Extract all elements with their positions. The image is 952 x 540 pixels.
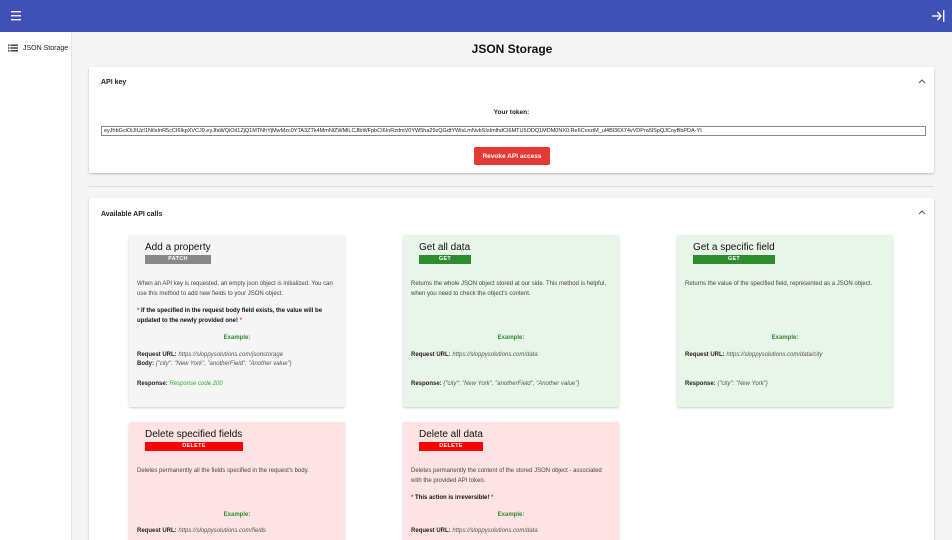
sidebar-item-label: JSON Storage: [23, 44, 69, 52]
card-description: Deletes permanently the content of the s…: [411, 468, 602, 484]
method-badge: PATCH: [145, 255, 211, 264]
response-row: Response: {"city": "New York", "anotherF…: [411, 381, 580, 387]
card-warning: * If the specified in the request body f…: [137, 308, 323, 324]
card-title: Add a property: [145, 242, 211, 253]
example-label: Example:: [497, 512, 525, 518]
sidebar: JSON Storage: [0, 32, 72, 540]
chevron-up-icon[interactable]: [918, 78, 926, 84]
revoke-api-access-button[interactable]: Revoke API access: [474, 147, 550, 165]
request-url-row: Request URL: https://sloppysolutions.com…: [411, 528, 538, 534]
page-title: JSON Storage: [471, 42, 553, 56]
response-row: Response: {"city": "New York"}: [685, 381, 768, 387]
api-card-delete-all-data: Delete all data DELETE Deletes permanent…: [403, 422, 619, 540]
card-title: Get a specific field: [693, 242, 775, 253]
api-key-panel-title: API key: [101, 79, 127, 86]
method-badge: GET: [693, 255, 775, 264]
example-label: Example:: [771, 335, 799, 341]
sidebar-item-json-storage[interactable]: JSON Storage: [8, 44, 68, 52]
api-key-panel: API key Your token: Revoke API access: [89, 67, 934, 173]
card-description: Deletes permanently all the fields speci…: [137, 468, 309, 474]
logout-icon[interactable]: [930, 9, 946, 23]
card-title: Delete all data: [419, 429, 483, 440]
api-calls-panel: Available API calls Add a property PATCH…: [89, 198, 934, 540]
example-label: Example:: [223, 512, 251, 518]
api-card-get-specific-field: Get a specific field GET Returns the val…: [677, 235, 893, 407]
method-badge: GET: [419, 255, 471, 264]
list-icon: [8, 44, 18, 52]
api-calls-panel-title: Available API calls: [101, 211, 163, 218]
card-description: Returns the value of the specified field…: [685, 281, 873, 287]
api-card-delete-specified-fields: Delete specified fields DELETE Deletes p…: [129, 422, 345, 540]
example-label: Example:: [223, 335, 251, 341]
request-url-row: Request URL: https://sloppysolutions.com…: [137, 352, 284, 358]
token-field[interactable]: [101, 126, 926, 136]
card-description: When an API key is requested, an empty j…: [137, 281, 333, 297]
api-card-get-all-data: Get all data GET Returns the whole JSON …: [403, 235, 619, 407]
card-title: Delete specified fields: [145, 429, 243, 440]
request-url-row: Request URL: https://sloppysolutions.com…: [137, 528, 267, 534]
card-warning: * This action is irreversible! *: [411, 495, 494, 501]
card-description: Returns the whole JSON object stored at …: [411, 281, 606, 297]
divider: [89, 186, 934, 187]
api-card-add-property: Add a property PATCH When an API key is …: [129, 235, 345, 407]
main-content: JSON Storage API key Your token: Revoke …: [72, 32, 952, 540]
top-app-bar: [0, 0, 952, 32]
token-label: Your token:: [493, 109, 530, 116]
hamburger-menu-icon[interactable]: [10, 9, 26, 23]
method-badge: DELETE: [145, 442, 243, 451]
request-url-row: Request URL: https://sloppysolutions.com…: [411, 352, 538, 358]
response-row: Response: Response code 200: [137, 381, 223, 387]
method-badge: DELETE: [419, 442, 483, 451]
card-title: Get all data: [419, 242, 471, 253]
example-label: Example:: [497, 335, 525, 341]
request-url-row: Request URL: https://sloppysolutions.com…: [685, 352, 823, 358]
chevron-up-icon[interactable]: [918, 209, 926, 215]
body-row: Body: {"city": "New York", "anotherField…: [137, 361, 292, 367]
